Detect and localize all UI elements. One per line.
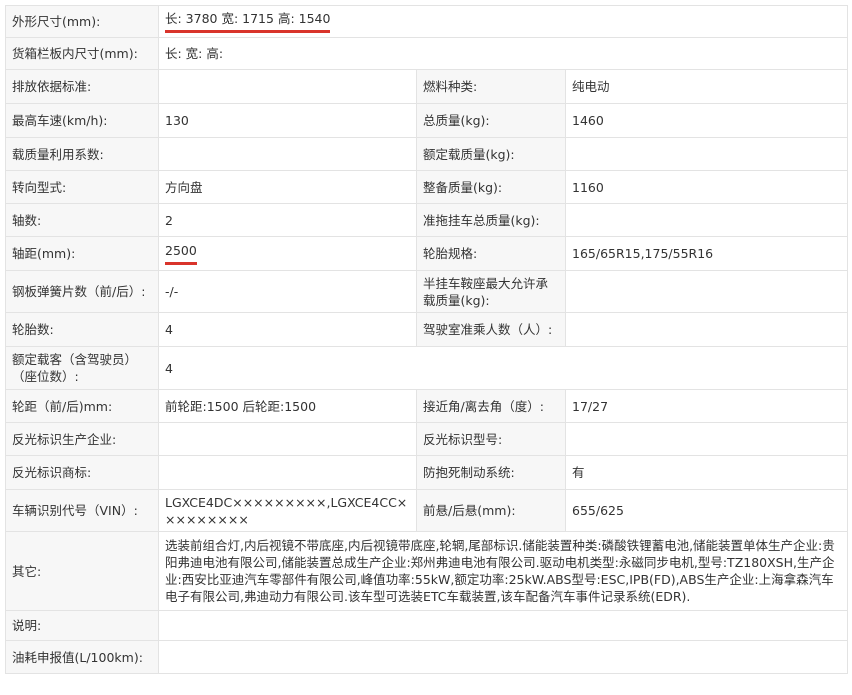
spec-value: 130 xyxy=(158,103,417,138)
spec-value xyxy=(564,203,849,237)
spec-value xyxy=(564,270,849,313)
table-row: 轮胎数: 4 驾驶室准乘人数（人）: xyxy=(5,312,849,347)
spec-label: 轴距(mm): xyxy=(5,236,159,271)
spec-label: 轮胎数: xyxy=(5,312,159,347)
spec-label: 反光标识商标: xyxy=(5,455,159,490)
spec-label: 车辆识别代号（VIN）: xyxy=(5,489,159,532)
spec-value: 长: 3780 宽: 1715 高: 1540 xyxy=(157,5,849,38)
spec-label: 说明: xyxy=(5,610,159,641)
table-row: 说明: xyxy=(5,610,849,641)
spec-label: 前悬/后悬(mm): xyxy=(416,489,566,532)
spec-label: 准拖挂车总质量(kg): xyxy=(416,203,566,237)
spec-value: 方向盘 xyxy=(158,170,417,204)
spec-label: 反光标识生产企业: xyxy=(5,422,159,456)
spec-value xyxy=(157,610,849,641)
spec-label: 半挂车鞍座最大允许承载质量(kg): xyxy=(416,270,566,313)
table-row: 货箱栏板内尺寸(mm): 长: 宽: 高: xyxy=(5,37,849,70)
table-row: 转向型式: 方向盘 整备质量(kg): 1160 xyxy=(5,170,849,204)
spec-label: 轮胎规格: xyxy=(416,236,566,271)
spec-value: 前轮距:1500 后轮距:1500 xyxy=(158,389,417,423)
spec-label: 驾驶室准乘人数（人）: xyxy=(416,312,566,347)
spec-value xyxy=(158,137,417,171)
spec-label: 燃料种类: xyxy=(416,69,566,104)
spec-value: 2500 xyxy=(158,236,417,271)
spec-label: 额定载客（含驾驶员）（座位数）: xyxy=(5,346,159,390)
spec-value xyxy=(564,422,849,456)
table-row: 油耗申报值(L/100km): xyxy=(5,640,849,674)
spec-value xyxy=(158,422,417,456)
highlighted-dimensions: 长: 3780 宽: 1715 高: 1540 xyxy=(165,10,331,33)
spec-value xyxy=(564,137,849,171)
spec-value: 4 xyxy=(157,346,849,390)
vehicle-spec-table: 外形尺寸(mm): 长: 3780 宽: 1715 高: 1540 货箱栏板内尺… xyxy=(5,5,849,674)
highlighted-wheelbase: 2500 xyxy=(165,242,197,265)
table-row: 载质量利用系数: 额定载质量(kg): xyxy=(5,137,849,171)
spec-value: 纯电动 xyxy=(564,69,849,104)
spec-value: 655/625 xyxy=(564,489,849,532)
table-row: 钢板弹簧片数（前/后）: -/- 半挂车鞍座最大允许承载质量(kg): xyxy=(5,270,849,313)
spec-value xyxy=(158,69,417,104)
spec-label: 其它: xyxy=(5,531,159,611)
spec-label: 外形尺寸(mm): xyxy=(5,5,159,38)
table-row: 额定载客（含驾驶员）（座位数）: 4 xyxy=(5,346,849,390)
spec-value: 选装前组合灯,内后视镜不带底座,内后视镜带底座,轮辋,尾部标识.储能装置种类:磷… xyxy=(157,531,849,611)
spec-label: 轴数: xyxy=(5,203,159,237)
spec-value xyxy=(564,312,849,347)
spec-value: 有 xyxy=(564,455,849,490)
spec-label: 载质量利用系数: xyxy=(5,137,159,171)
spec-label: 额定载质量(kg): xyxy=(416,137,566,171)
table-row: 其它: 选装前组合灯,内后视镜不带底座,内后视镜带底座,轮辋,尾部标识.储能装置… xyxy=(5,531,849,611)
spec-value xyxy=(157,640,849,674)
table-row: 轴距(mm): 2500 轮胎规格: 165/65R15,175/55R16 xyxy=(5,236,849,271)
spec-value: 4 xyxy=(158,312,417,347)
spec-label: 接近角/离去角（度）: xyxy=(416,389,566,423)
table-row: 反光标识商标: 防抱死制动系统: 有 xyxy=(5,455,849,490)
table-row: 最高车速(km/h): 130 总质量(kg): 1460 xyxy=(5,103,849,138)
spec-value: 17/27 xyxy=(564,389,849,423)
table-row: 排放依据标准: 燃料种类: 纯电动 xyxy=(5,69,849,104)
spec-label: 反光标识型号: xyxy=(416,422,566,456)
spec-label: 油耗申报值(L/100km): xyxy=(5,640,159,674)
spec-label: 钢板弹簧片数（前/后）: xyxy=(5,270,159,313)
spec-value: 长: 宽: 高: xyxy=(157,37,849,70)
spec-label: 总质量(kg): xyxy=(416,103,566,138)
spec-label: 最高车速(km/h): xyxy=(5,103,159,138)
spec-value: 1460 xyxy=(564,103,849,138)
spec-label: 防抱死制动系统: xyxy=(416,455,566,490)
spec-value: LGXCE4DC×××××××××,LGXCE4CC××××××××× xyxy=(158,489,417,532)
spec-label: 货箱栏板内尺寸(mm): xyxy=(5,37,159,70)
spec-label: 整备质量(kg): xyxy=(416,170,566,204)
spec-value xyxy=(158,455,417,490)
table-row: 外形尺寸(mm): 长: 3780 宽: 1715 高: 1540 xyxy=(5,5,849,38)
table-row: 轴数: 2 准拖挂车总质量(kg): xyxy=(5,203,849,237)
table-row: 反光标识生产企业: 反光标识型号: xyxy=(5,422,849,456)
spec-label: 轮距（前/后)mm: xyxy=(5,389,159,423)
spec-value: 165/65R15,175/55R16 xyxy=(564,236,849,271)
spec-value: 2 xyxy=(158,203,417,237)
spec-value: 1160 xyxy=(564,170,849,204)
table-row: 车辆识别代号（VIN）: LGXCE4DC×××××××××,LGXCE4CC×… xyxy=(5,489,849,532)
table-row: 轮距（前/后)mm: 前轮距:1500 后轮距:1500 接近角/离去角（度）:… xyxy=(5,389,849,423)
spec-value: -/- xyxy=(158,270,417,313)
spec-label: 转向型式: xyxy=(5,170,159,204)
spec-label: 排放依据标准: xyxy=(5,69,159,104)
